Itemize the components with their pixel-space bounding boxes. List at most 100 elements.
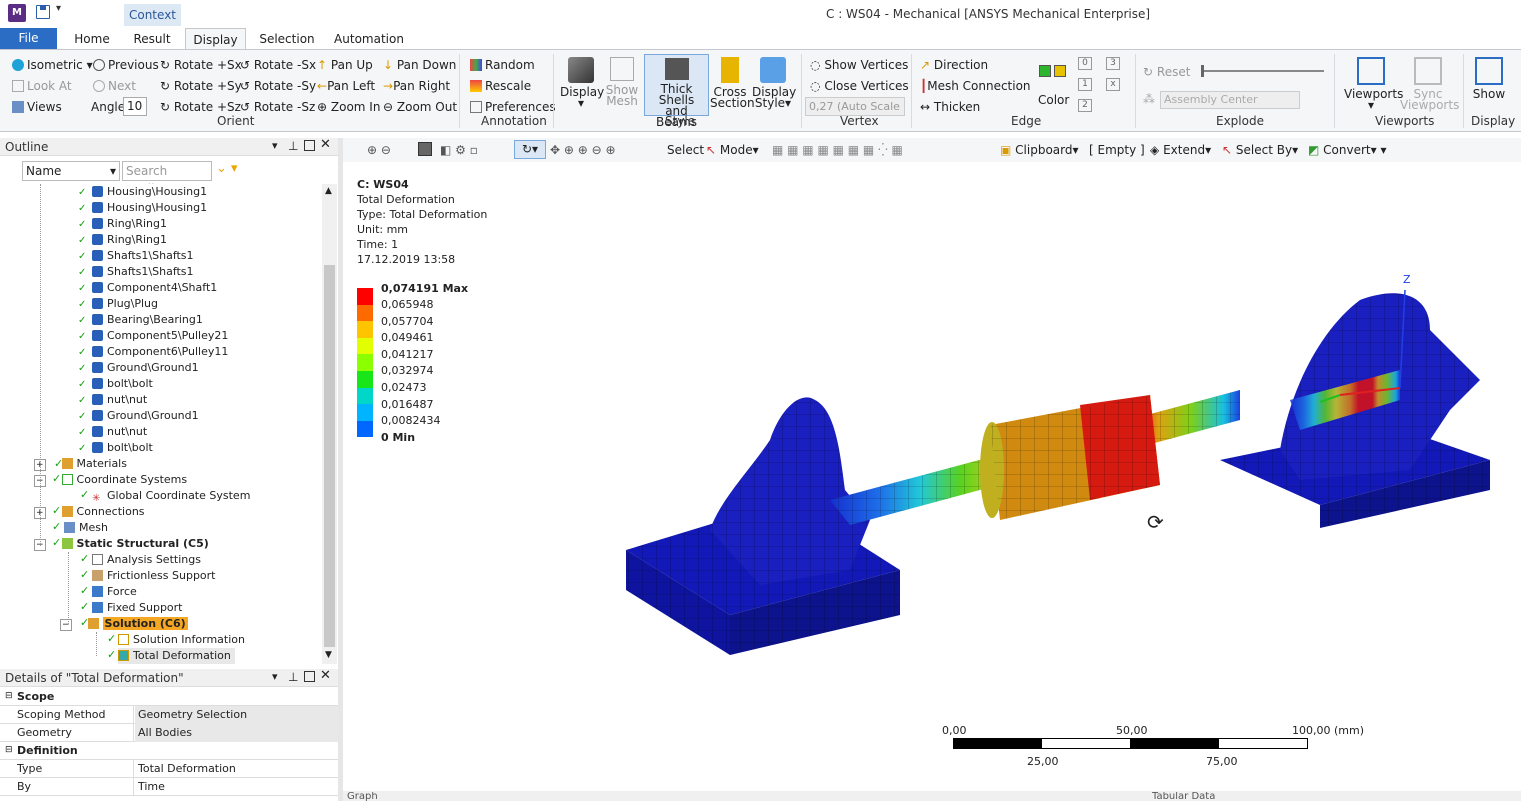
tree-node-body[interactable]: ✓ Ground\Ground1 xyxy=(78,360,199,376)
context-tab[interactable]: Context xyxy=(124,4,181,26)
tree-node-body[interactable]: ✓ Housing\Housing1 xyxy=(78,184,207,200)
panel-menu-icon[interactable]: ▾ xyxy=(272,139,278,152)
show-mesh-button[interactable]: Show Mesh xyxy=(604,57,640,107)
explode-slider-thumb[interactable] xyxy=(1201,65,1204,77)
tree-node-body[interactable]: ✓ Bearing\Bearing1 xyxy=(78,312,203,328)
outline-scroll-thumb[interactable] xyxy=(324,265,335,647)
show-vertices-button[interactable]: ◌ Show Vertices xyxy=(810,57,908,73)
tree-node-body[interactable]: ✓ Housing\Housing1 xyxy=(78,200,207,216)
angle-input[interactable]: 10 xyxy=(123,97,147,116)
next-button[interactable]: Next xyxy=(93,78,136,94)
rotate-plus-sx-button[interactable]: ↻ Rotate +Sx xyxy=(160,57,242,73)
tree-node-fixed-support[interactable]: Fixed Support xyxy=(92,600,183,616)
sync-viewports-button[interactable]: Sync Viewports xyxy=(1400,57,1459,111)
tree-node-body[interactable]: ✓ Ring\Ring1 xyxy=(78,216,167,232)
property-value[interactable]: Total Deformation xyxy=(135,760,338,778)
select-button[interactable]: Select xyxy=(667,142,704,158)
rotate-mode-icon[interactable]: ↻▾ xyxy=(514,140,546,159)
edge-3-button[interactable]: 3 xyxy=(1106,57,1120,70)
details-section-scope[interactable]: ⊟ Scope xyxy=(0,688,338,706)
details-row-scoping-method[interactable]: Scoping Method Geometry Selection xyxy=(0,706,338,724)
tree-node-mesh[interactable]: Mesh xyxy=(64,520,108,536)
pan-down-button[interactable]: ↓ Pan Down xyxy=(383,57,456,73)
tree-node-body[interactable]: ✓ Shafts1\Shafts1 xyxy=(78,248,194,264)
rescale-button[interactable]: Rescale xyxy=(470,78,531,94)
pan-right-button[interactable]: →Pan Right xyxy=(383,78,450,94)
tree-node-solution-information[interactable]: Solution Information xyxy=(118,632,245,648)
quick-access-dropdown-icon[interactable]: ▾ xyxy=(56,3,61,14)
views-button[interactable]: Views xyxy=(12,99,62,115)
extend-button[interactable]: ◈ Extend▾ xyxy=(1150,142,1211,158)
tree-node-connections[interactable]: + Connections xyxy=(34,504,145,520)
tree-node-body[interactable]: ✓ Component4\Shaft1 xyxy=(78,280,217,296)
edge-1-button[interactable]: 1 xyxy=(1078,78,1092,91)
isometric-button[interactable]: Isometric ▾ xyxy=(12,57,93,73)
selection-filter-icons[interactable]: ▦ ▦ ▦ ▦ ▦ ▦ ▦ ⁛ ▦ xyxy=(772,142,903,158)
name-filter-select[interactable]: Name ▾ xyxy=(22,161,120,181)
maximize-icon[interactable] xyxy=(304,140,315,151)
tree-node-body[interactable]: ✓ Component5\Pulley21 xyxy=(78,328,228,344)
tab-result[interactable]: Result xyxy=(128,28,176,50)
mode-button[interactable]: ↖ Mode▾ xyxy=(706,142,759,158)
display-button[interactable]: Display ▾ xyxy=(560,57,604,109)
tree-node-body[interactable]: ✓ nut\nut xyxy=(78,392,147,408)
tree-node-body[interactable]: ✓ Shafts1\Shafts1 xyxy=(78,264,194,280)
property-value[interactable]: Time xyxy=(135,778,338,796)
property-value[interactable]: Geometry Selection xyxy=(135,706,338,724)
close-vertices-button[interactable]: ◌ Close Vertices xyxy=(810,78,909,94)
box-zoom-icon[interactable] xyxy=(418,142,432,156)
zoom-to-fit-icon[interactable]: ⊕ ⊖ xyxy=(367,142,391,158)
convert-button[interactable]: ◩ Convert▾ ▾ xyxy=(1308,142,1387,158)
graph-panel-tab[interactable]: Graph xyxy=(347,792,378,801)
panel-menu-icon[interactable]: ▾ xyxy=(272,670,278,683)
tree-node-body[interactable]: ✓ Ring\Ring1 xyxy=(78,232,167,248)
property-value[interactable]: All Bodies xyxy=(135,724,338,742)
viewports-button[interactable]: Viewports ▾ xyxy=(1344,57,1403,111)
tree-node-materials[interactable]: + ✓ Materials xyxy=(34,456,127,472)
rotate-minus-sz-button[interactable]: ↺ Rotate -Sz xyxy=(240,99,315,115)
details-section-definition[interactable]: ⊟ Definition xyxy=(0,742,338,760)
tree-node-global-cs[interactable]: ✳ Global Coordinate System xyxy=(92,488,250,504)
tree-node-body[interactable]: ✓ Ground\Ground1 xyxy=(78,408,199,424)
details-row-geometry[interactable]: Geometry All Bodies xyxy=(0,724,338,742)
look-at-button[interactable]: Look At xyxy=(12,78,72,94)
previous-button[interactable]: Previous xyxy=(93,57,159,73)
close-icon[interactable]: ✕ xyxy=(320,668,331,683)
show-button[interactable]: Show xyxy=(1468,57,1510,100)
view-tools-icon[interactable]: ◧ ⚙ ▫ xyxy=(440,142,478,158)
clipboard-button[interactable]: ▣ Clipboard▾ xyxy=(1000,142,1079,158)
green-swatch-icon[interactable] xyxy=(1039,65,1051,77)
edge-0-button[interactable]: 0 xyxy=(1078,57,1092,70)
pan-left-button[interactable]: ←Pan Left xyxy=(317,78,375,94)
tab-automation[interactable]: Automation xyxy=(333,28,405,50)
tab-selection[interactable]: Selection xyxy=(256,28,318,50)
details-row-by[interactable]: By Time xyxy=(0,778,338,796)
pan-up-button[interactable]: ↑ Pan Up xyxy=(317,57,373,73)
tree-node-body[interactable]: ✓ Component6\Pulley11 xyxy=(78,344,228,360)
file-tab[interactable]: File xyxy=(0,28,57,49)
tree-node-frictionless-support[interactable]: Frictionless Support xyxy=(92,568,216,584)
zoom-out-button[interactable]: ⊖ Zoom Out xyxy=(383,99,457,115)
pan-zoom-icons[interactable]: ✥ ⊕ ⊕ ⊖ ⊕ xyxy=(550,142,616,158)
model-render[interactable] xyxy=(600,270,1500,670)
tree-node-body[interactable]: ✓ bolt\bolt xyxy=(78,440,153,456)
tree-node-force[interactable]: Force xyxy=(92,584,137,600)
yellow-swatch-icon[interactable] xyxy=(1054,65,1066,77)
tree-node-total-deformation[interactable]: Total Deformation xyxy=(118,648,235,664)
save-icon[interactable] xyxy=(36,5,50,19)
mesh-connection-button[interactable]: ┃Mesh Connection xyxy=(920,78,1031,94)
pin-icon[interactable]: ⊥ xyxy=(288,670,298,684)
direction-button[interactable]: ↗ Direction xyxy=(920,57,988,73)
scroll-up-icon[interactable]: ▲ xyxy=(325,186,332,196)
assembly-center-select[interactable]: Assembly Center xyxy=(1160,91,1300,109)
tree-node-body[interactable]: ✓ nut\nut xyxy=(78,424,147,440)
explode-slider-track[interactable] xyxy=(1202,70,1324,72)
tree-node-body[interactable]: ✓ bolt\bolt xyxy=(78,376,153,392)
rotate-minus-sx-button[interactable]: ↺ Rotate -Sx xyxy=(240,57,316,73)
zoom-in-button[interactable]: ⊕ Zoom In xyxy=(317,99,380,115)
tabular-data-tab[interactable]: Tabular Data xyxy=(1152,792,1215,801)
rotate-minus-sy-button[interactable]: ↺ Rotate -Sy xyxy=(240,78,316,94)
random-button[interactable]: Random xyxy=(470,57,535,73)
tab-home[interactable]: Home xyxy=(70,28,114,50)
select-by-button[interactable]: ↖ Select By▾ xyxy=(1222,142,1298,158)
